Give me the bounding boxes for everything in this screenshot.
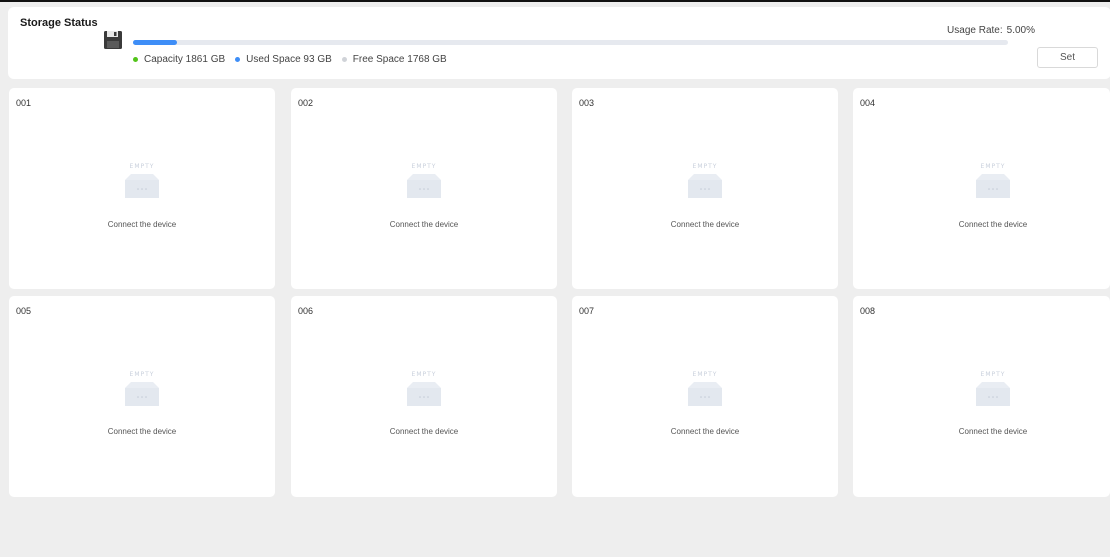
usage-rate-value: 5.00% <box>1006 25 1035 36</box>
storage-status-title: Storage Status <box>20 17 98 29</box>
empty-drive-icon: EMPTY <box>688 371 722 406</box>
usage-rate: Usage Rate: 5.00% <box>947 25 1035 36</box>
slot-id: 002 <box>298 98 314 108</box>
floppy-disk-icon <box>104 31 122 49</box>
slot-card-005[interactable]: 005 EMPTY Connect the device <box>9 296 275 497</box>
legend-used-label: Used Space 93 GB <box>246 54 332 65</box>
legend-capacity: Capacity 1861 GB <box>133 54 225 65</box>
slot-card-003[interactable]: 003 EMPTY Connect the device <box>572 88 838 289</box>
slot-message: Connect the device <box>958 427 1028 436</box>
empty-label: EMPTY <box>130 371 155 378</box>
empty-label: EMPTY <box>412 371 437 378</box>
storage-status-panel: Storage Status Usage Rate: 5.00% Capacity… <box>8 7 1110 79</box>
free-dot-icon <box>341 57 347 62</box>
empty-label: EMPTY <box>693 371 718 378</box>
empty-label: EMPTY <box>412 163 437 170</box>
empty-drive-icon: EMPTY <box>407 163 441 198</box>
slot-card-001[interactable]: 001 EMPTY Connect the device <box>9 88 275 289</box>
usage-progress-fill <box>133 40 177 45</box>
slot-message: Connect the device <box>670 427 740 436</box>
slot-id: 007 <box>579 306 595 316</box>
empty-label: EMPTY <box>981 371 1006 378</box>
slot-message: Connect the device <box>107 427 177 436</box>
empty-drive-icon: EMPTY <box>407 371 441 406</box>
capacity-dot-icon <box>133 57 138 62</box>
slot-message: Connect the device <box>389 427 459 436</box>
empty-label: EMPTY <box>130 163 155 170</box>
slot-card-008[interactable]: 008 EMPTY Connect the device <box>853 296 1110 497</box>
legend-free: Free Space 1768 GB <box>341 54 447 65</box>
slot-message: Connect the device <box>958 220 1028 229</box>
slot-id: 006 <box>298 306 314 316</box>
slot-card-007[interactable]: 007 EMPTY Connect the device <box>572 296 838 497</box>
empty-drive-icon: EMPTY <box>976 163 1010 198</box>
legend-used: Used Space 93 GB <box>235 54 332 65</box>
empty-label: EMPTY <box>981 163 1006 170</box>
empty-drive-icon: EMPTY <box>125 163 159 198</box>
slot-card-002[interactable]: 002 EMPTY Connect the device <box>291 88 557 289</box>
empty-drive-icon: EMPTY <box>688 163 722 198</box>
slot-id: 003 <box>579 98 595 108</box>
empty-drive-icon: EMPTY <box>125 371 159 406</box>
storage-legend: Capacity 1861 GB Used Space 93 GB Free S… <box>133 54 457 65</box>
legend-free-label: Free Space 1768 GB <box>352 54 447 65</box>
slot-message: Connect the device <box>670 220 740 229</box>
slot-message: Connect the device <box>107 220 177 229</box>
slot-id: 001 <box>16 98 32 108</box>
empty-drive-icon: EMPTY <box>976 371 1010 406</box>
empty-label: EMPTY <box>693 163 718 170</box>
used-dot-icon <box>235 57 241 62</box>
slot-id: 008 <box>860 306 876 316</box>
usage-progress-bar <box>133 40 1008 45</box>
legend-capacity-label: Capacity 1861 GB <box>144 54 226 65</box>
storage-page: Storage Status Usage Rate: 5.00% Capacity… <box>0 0 1110 557</box>
slot-card-006[interactable]: 006 EMPTY Connect the device <box>291 296 557 497</box>
set-button[interactable]: Set <box>1037 47 1098 68</box>
slot-message: Connect the device <box>389 220 459 229</box>
slot-id: 004 <box>860 98 876 108</box>
slot-id: 005 <box>16 306 32 316</box>
slot-card-004[interactable]: 004 EMPTY Connect the device <box>853 88 1110 289</box>
usage-rate-label: Usage Rate: <box>947 25 1003 36</box>
